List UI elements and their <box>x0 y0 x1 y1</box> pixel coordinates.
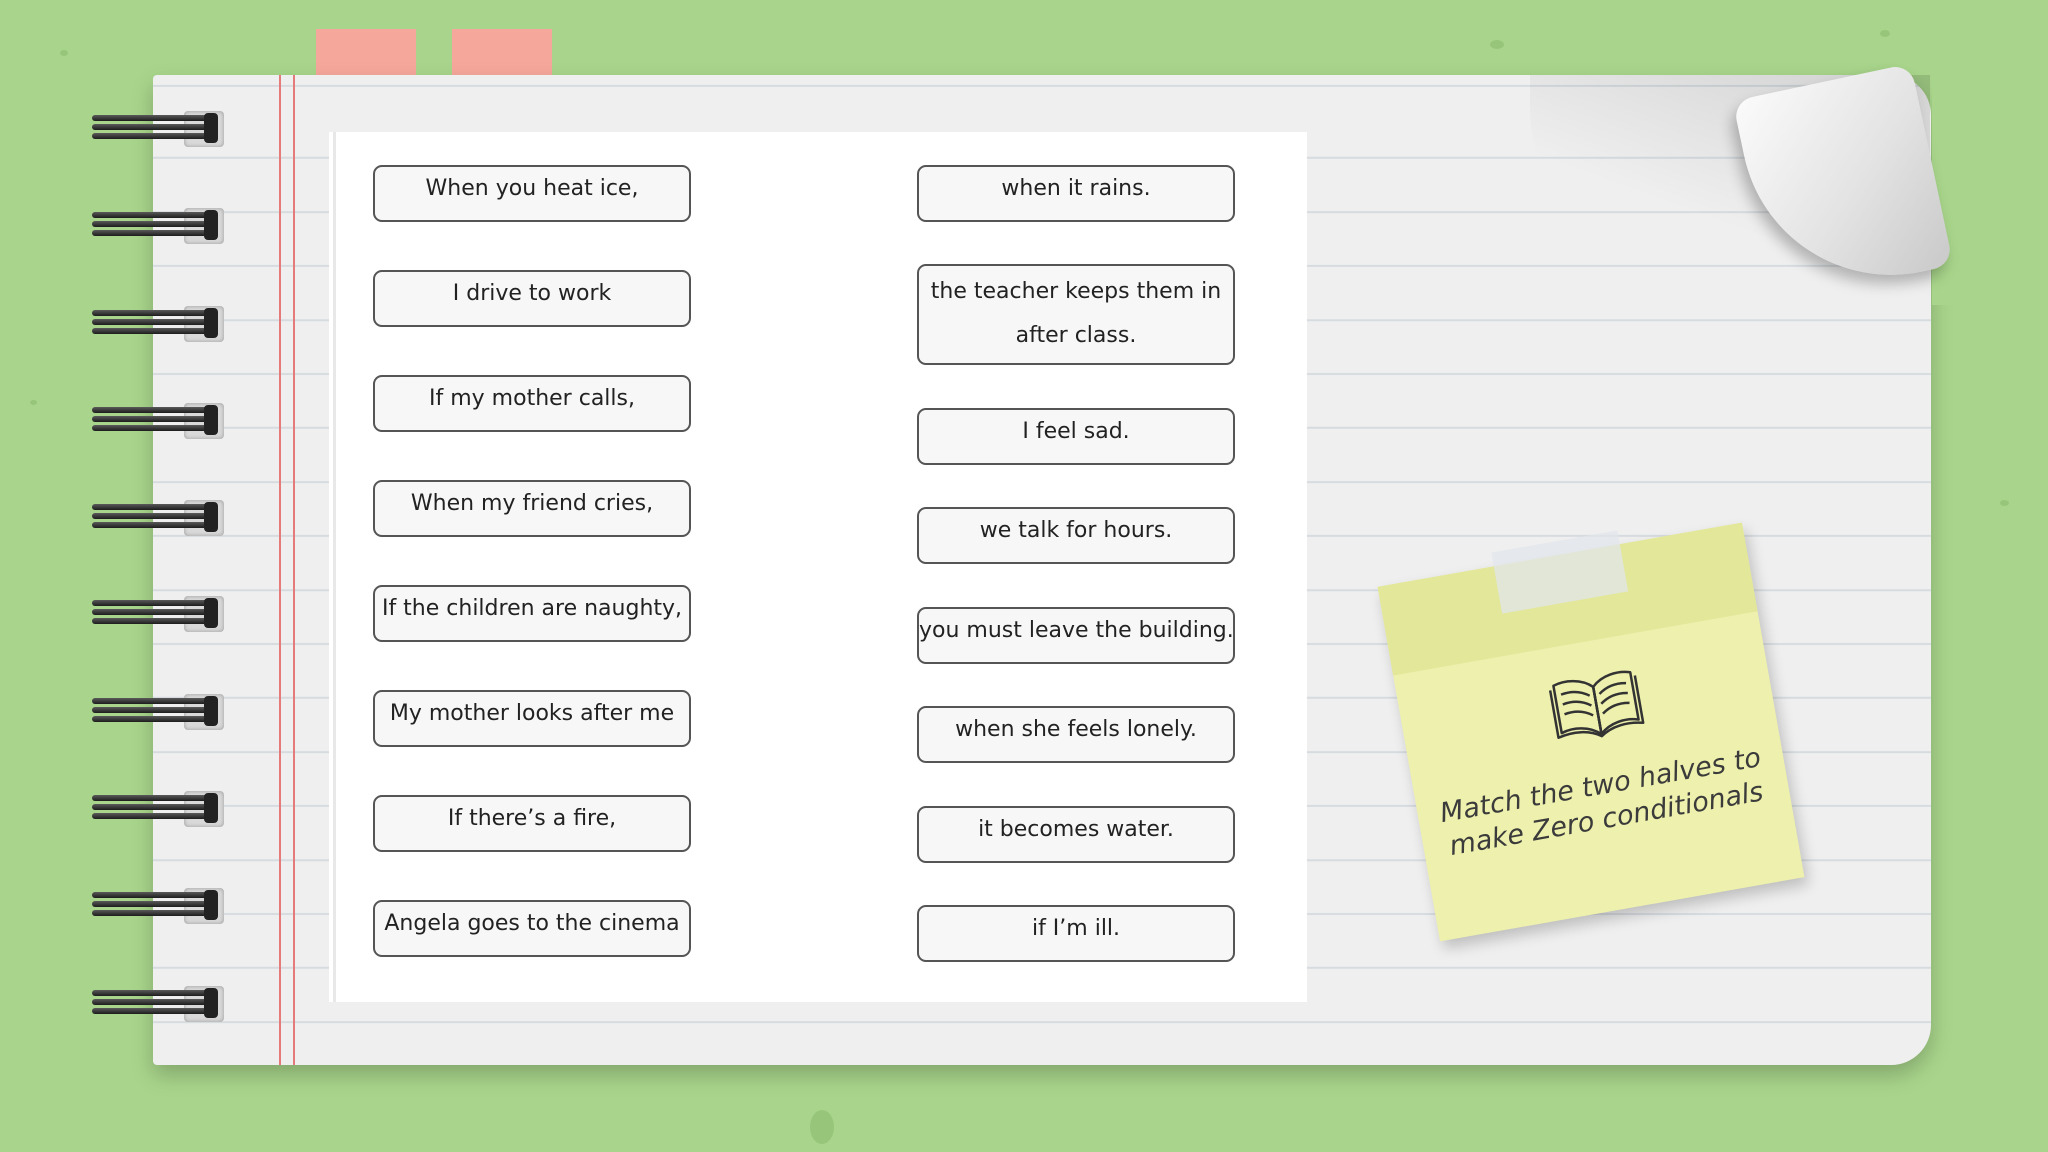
right-item[interactable]: the teacher keeps them in after class. <box>917 264 1235 365</box>
left-item[interactable]: When my friend cries, <box>373 480 691 537</box>
bg-speck <box>60 50 68 56</box>
spiral-ring <box>92 300 224 344</box>
spiral-ring <box>92 494 224 538</box>
right-item[interactable]: I feel sad. <box>917 408 1235 465</box>
spiral-ring <box>92 882 224 926</box>
instruction-text: Match the two halves to make Zero condit… <box>1435 741 1772 865</box>
sticky-note: Match the two halves to make Zero condit… <box>1377 522 1805 942</box>
spiral-ring <box>92 202 224 246</box>
left-item[interactable]: If there’s a fire, <box>373 795 691 852</box>
left-item[interactable]: If my mother calls, <box>373 375 691 432</box>
bg-speck <box>1490 40 1504 49</box>
left-item[interactable]: My mother looks after me <box>373 690 691 747</box>
left-item[interactable]: When you heat ice, <box>373 165 691 222</box>
spiral-ring <box>92 397 224 441</box>
spiral-ring <box>92 688 224 732</box>
notebook-tab <box>316 29 416 79</box>
left-item[interactable]: Angela goes to the cinema <box>373 900 691 957</box>
exercise-card <box>329 132 1307 1002</box>
right-item[interactable]: we talk for hours. <box>917 507 1235 564</box>
margin-line <box>293 75 295 1065</box>
left-item[interactable]: I drive to work <box>373 270 691 327</box>
spiral-ring <box>92 980 224 1024</box>
right-item[interactable]: it becomes water. <box>917 806 1235 863</box>
right-item[interactable]: if I’m ill. <box>917 905 1235 962</box>
bg-speck <box>810 1110 834 1144</box>
right-item[interactable]: when she feels lonely. <box>917 706 1235 763</box>
left-item[interactable]: If the children are naughty, <box>373 585 691 642</box>
card-edge <box>333 132 336 1002</box>
notebook-tab <box>452 29 552 79</box>
bg-speck <box>30 400 37 405</box>
right-item[interactable]: you must leave the building. <box>917 607 1235 664</box>
spiral-ring <box>92 785 224 829</box>
bg-speck <box>2000 500 2009 506</box>
background-corner <box>1932 75 2048 305</box>
right-item[interactable]: when it rains. <box>917 165 1235 222</box>
margin-line <box>279 75 281 1065</box>
bg-speck <box>1880 30 1890 37</box>
spiral-ring <box>92 105 224 149</box>
spiral-ring <box>92 590 224 634</box>
open-book-icon <box>1548 670 1645 739</box>
